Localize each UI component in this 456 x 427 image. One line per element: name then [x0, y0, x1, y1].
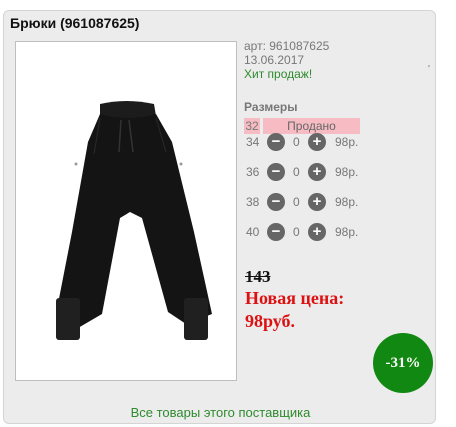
quantity-value: 0 [293, 135, 300, 149]
bestseller-label: Хит продаж! [244, 67, 313, 81]
tick-mark: ' [428, 64, 430, 75]
size-price: 98р. [335, 165, 359, 179]
minus-circle-icon[interactable]: − [267, 193, 285, 211]
size-value: 38 [246, 195, 260, 209]
discount-badge: -31% [373, 333, 433, 393]
plus-circle-icon[interactable]: + [308, 163, 326, 181]
product-photo[interactable] [15, 41, 237, 381]
sold-out-label: Продано [263, 118, 360, 134]
supplier-products-link[interactable]: Все товары этого поставщика [4, 405, 437, 420]
product-info: арт: 961087625 13.06.2017 Хит продаж! [244, 39, 329, 81]
size-price: 98р. [335, 195, 359, 209]
size-price: 98р. [335, 135, 359, 149]
minus-circle-icon[interactable]: − [267, 163, 285, 181]
sizes-title: Размеры [244, 100, 298, 114]
size-value: 34 [246, 135, 260, 149]
product-date: 13.06.2017 [244, 53, 305, 67]
quantity-value: 0 [293, 195, 300, 209]
size-value: 40 [246, 225, 260, 239]
sold-size-value: 32 [244, 118, 260, 134]
product-article: арт: 961087625 [244, 39, 330, 53]
minus-circle-icon[interactable]: − [267, 223, 285, 241]
plus-circle-icon[interactable]: + [308, 223, 326, 241]
quantity-value: 0 [293, 225, 300, 239]
plus-circle-icon[interactable]: + [308, 133, 326, 151]
product-title: Брюки (961087625) [10, 15, 140, 31]
old-price: 143 [245, 267, 271, 286]
product-card: Брюки (961087625) арт: 961087625 13.06.2… [3, 10, 436, 424]
plus-circle-icon[interactable]: + [308, 193, 326, 211]
quantity-value: 0 [293, 165, 300, 179]
minus-circle-icon[interactable]: − [267, 133, 285, 151]
pants-image [56, 101, 212, 340]
new-price: 98руб. [245, 311, 296, 331]
new-price-label: Новая цена: [245, 288, 345, 308]
size-price: 98р. [335, 225, 359, 239]
size-value: 36 [246, 165, 260, 179]
